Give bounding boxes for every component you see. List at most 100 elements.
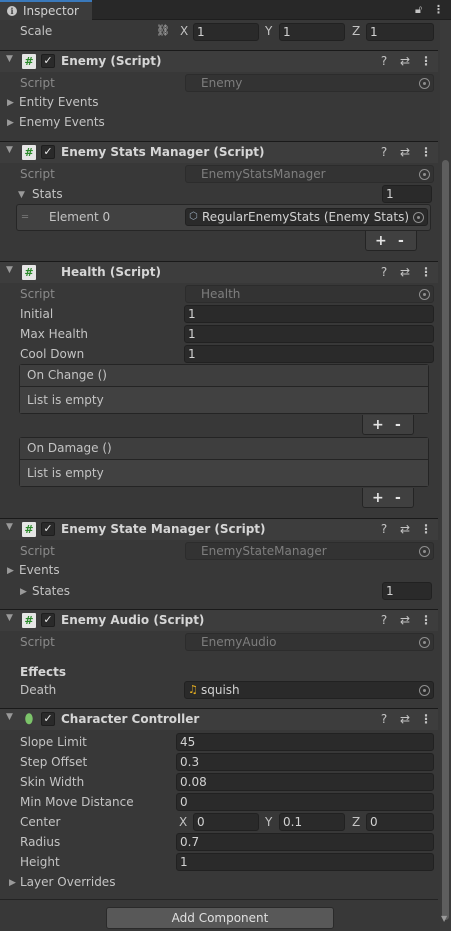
object-picker-icon[interactable]	[419, 685, 430, 696]
help-icon[interactable]: ?	[377, 712, 391, 726]
center-z-field[interactable]: 0	[366, 813, 434, 831]
radius-field[interactable]: 0.7	[176, 833, 434, 851]
presets-icon[interactable]: ⇄	[398, 54, 412, 68]
foldout-arrow-icon[interactable]: ▶	[20, 587, 27, 597]
script-field-enemy[interactable]: Enemy	[185, 74, 434, 92]
object-picker-icon[interactable]	[413, 212, 424, 223]
context-menu-icon[interactable]: ⋮	[419, 265, 433, 279]
remove-listener-button[interactable]: -	[395, 490, 401, 506]
help-icon[interactable]: ?	[377, 145, 391, 159]
foldout-arrow-icon[interactable]: ▼	[18, 190, 25, 200]
center-y-field[interactable]: 0.1	[279, 813, 345, 831]
enable-checkbox[interactable]: ✓	[41, 145, 55, 159]
context-menu-icon[interactable]: ⋮	[419, 613, 433, 627]
scroll-down-arrow-icon[interactable]: ▼	[441, 914, 447, 923]
drag-handle-icon[interactable]: ═	[22, 212, 28, 223]
states-size-field[interactable]: 1	[382, 582, 432, 600]
scale-y-field[interactable]: 1	[279, 23, 345, 41]
add-element-button[interactable]: +	[375, 233, 387, 249]
cool-down-field[interactable]: 1	[184, 345, 434, 363]
enable-checkbox[interactable]: ✓	[41, 522, 55, 536]
slope-limit-field[interactable]: 45	[176, 733, 434, 751]
presets-icon[interactable]: ⇄	[398, 712, 412, 726]
help-icon[interactable]: ?	[377, 54, 391, 68]
object-picker-icon[interactable]	[419, 546, 430, 557]
help-icon[interactable]: ?	[377, 265, 391, 279]
component-header-character-controller[interactable]: ▼ ⬮ ✓ Character Controller ? ⇄ ⋮	[0, 708, 438, 730]
script-field-enemy-stats-manager[interactable]: EnemyStatsManager	[185, 165, 434, 183]
on-change-empty-text: List is empty	[20, 387, 428, 413]
height-field[interactable]: 1	[176, 853, 434, 871]
enable-checkbox[interactable]: ✓	[41, 613, 55, 627]
collapse-arrow-icon[interactable]: ▼	[6, 54, 13, 64]
add-component-button[interactable]: Add Component	[106, 907, 334, 929]
enable-checkbox[interactable]: ✓	[41, 54, 55, 68]
kebab-menu-icon[interactable]: ⋮	[433, 3, 444, 16]
foldout-layer-overrides[interactable]: Layer Overrides	[20, 875, 115, 889]
skin-width-field[interactable]: 0.08	[176, 773, 434, 791]
cool-down-label: Cool Down	[20, 347, 85, 361]
collapse-arrow-icon[interactable]: ▼	[6, 145, 13, 155]
context-menu-icon[interactable]: ⋮	[419, 712, 433, 726]
component-header-enemy-audio[interactable]: ▼ # ✓ Enemy Audio (Script) ? ⇄ ⋮	[0, 609, 438, 631]
context-menu-icon[interactable]: ⋮	[419, 145, 433, 159]
component-header-enemy-state-manager[interactable]: ▼ # ✓ Enemy State Manager (Script) ? ⇄ ⋮	[0, 518, 438, 540]
presets-icon[interactable]: ⇄	[398, 265, 412, 279]
foldout-entity-events[interactable]: Entity Events	[19, 95, 98, 109]
help-icon[interactable]: ?	[377, 522, 391, 536]
component-header-enemy-stats-manager[interactable]: ▼ # ✓ Enemy Stats Manager (Script) ? ⇄ ⋮	[0, 141, 438, 163]
add-listener-button[interactable]: +	[372, 490, 384, 506]
foldout-states[interactable]: States	[32, 584, 70, 598]
scrollbar-thumb[interactable]	[442, 160, 449, 920]
foldout-arrow-icon[interactable]: ▶	[9, 878, 16, 888]
script-field-enemy-audio[interactable]: EnemyAudio	[185, 633, 434, 651]
audio-clip-icon: ♫	[188, 683, 198, 696]
remove-element-button[interactable]: -	[398, 233, 404, 249]
presets-icon[interactable]: ⇄	[398, 145, 412, 159]
foldout-arrow-icon[interactable]: ▶	[7, 118, 14, 128]
component-header-health[interactable]: ▼ # Health (Script) ? ⇄ ⋮	[0, 261, 438, 283]
element-0-object-field[interactable]: ⬡ RegularEnemyStats (Enemy Stats)	[185, 208, 428, 226]
foldout-arrow-icon[interactable]: ▶	[7, 98, 14, 108]
initial-field[interactable]: 1	[184, 305, 434, 323]
help-icon[interactable]: ?	[377, 613, 391, 627]
foldout-enemy-events[interactable]: Enemy Events	[19, 115, 105, 129]
foldout-arrow-icon[interactable]: ▶	[7, 566, 14, 576]
center-x-field[interactable]: 0	[193, 813, 259, 831]
collapse-arrow-icon[interactable]: ▼	[6, 265, 13, 275]
lock-icon[interactable]: 🔓︎	[415, 3, 422, 17]
scale-x-field[interactable]: 1	[193, 23, 259, 41]
stats-size-field[interactable]: 1	[382, 185, 432, 203]
scale-z-field[interactable]: 1	[366, 23, 434, 41]
height-label: Height	[20, 855, 60, 869]
presets-icon[interactable]: ⇄	[398, 522, 412, 536]
element-0-label: Element 0	[49, 210, 111, 224]
context-menu-icon[interactable]: ⋮	[419, 54, 433, 68]
constrain-proportions-icon[interactable]: ⛓︎	[156, 24, 170, 37]
context-menu-icon[interactable]: ⋮	[419, 522, 433, 536]
step-offset-label: Step Offset	[20, 755, 88, 769]
stats-list-footer: + -	[365, 231, 417, 251]
add-listener-button[interactable]: +	[372, 417, 384, 433]
object-picker-icon[interactable]	[419, 78, 430, 89]
collapse-arrow-icon[interactable]: ▼	[6, 712, 13, 722]
object-picker-icon[interactable]	[419, 289, 430, 300]
foldout-events[interactable]: Events	[19, 563, 60, 577]
script-field-health[interactable]: Health	[185, 285, 434, 303]
death-audio-field[interactable]: ♫ squish	[184, 681, 434, 699]
script-field-enemy-state-manager[interactable]: EnemyStateManager	[185, 542, 434, 560]
presets-icon[interactable]: ⇄	[398, 613, 412, 627]
component-header-enemy[interactable]: ▼ # ✓ Enemy (Script) ? ⇄ ⋮	[0, 50, 438, 72]
object-picker-icon[interactable]	[419, 169, 430, 180]
object-picker-icon[interactable]	[419, 637, 430, 648]
min-move-distance-field[interactable]: 0	[176, 793, 434, 811]
step-offset-field[interactable]: 0.3	[176, 753, 434, 771]
collapse-arrow-icon[interactable]: ▼	[6, 613, 13, 623]
scrollbar[interactable]: ▼	[440, 20, 451, 931]
enable-checkbox[interactable]: ✓	[41, 712, 55, 726]
stats-list-box: ═ Element 0 ⬡ RegularEnemyStats (Enemy S…	[16, 204, 431, 231]
tab-inspector[interactable]: i Inspector	[0, 0, 92, 20]
max-health-field[interactable]: 1	[184, 325, 434, 343]
remove-listener-button[interactable]: -	[395, 417, 401, 433]
collapse-arrow-icon[interactable]: ▼	[6, 522, 13, 532]
